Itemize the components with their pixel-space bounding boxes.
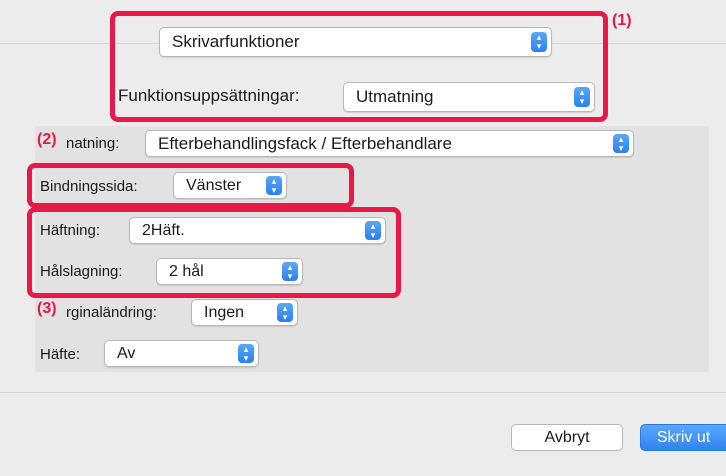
margin-select-value: Ingen [204, 304, 245, 321]
chevron-updown-icon: ▴ ▾ [277, 303, 293, 322]
callout-label-3: (3) [37, 300, 57, 317]
callout-box-1 [110, 11, 608, 122]
bottom-divider [0, 392, 726, 393]
output-select[interactable]: Efterbehandlingsfack / Efterbehandlare ▴… [145, 130, 634, 157]
cancel-button[interactable]: Avbryt [511, 424, 623, 451]
margin-select[interactable]: Ingen ▴ ▾ [191, 299, 298, 326]
callout-label-1: (1) [612, 12, 632, 29]
callout-label-2: (2) [37, 131, 57, 148]
margin-label: rginaländring: [66, 304, 157, 321]
output-select-value: Efterbehandlingsfack / Efterbehandlare [158, 134, 452, 153]
callout-box-2 [27, 163, 354, 208]
print-button[interactable]: Skriv ut [640, 424, 726, 451]
booklet-select-value: Av [117, 345, 136, 362]
booklet-select[interactable]: Av ▴ ▾ [104, 340, 259, 367]
chevron-updown-icon: ▴ ▾ [238, 344, 254, 363]
output-label: natning: [66, 135, 120, 152]
chevron-updown-icon: ▴ ▾ [613, 134, 629, 153]
callout-box-3 [27, 207, 401, 298]
booklet-label: Häfte: [40, 346, 81, 363]
